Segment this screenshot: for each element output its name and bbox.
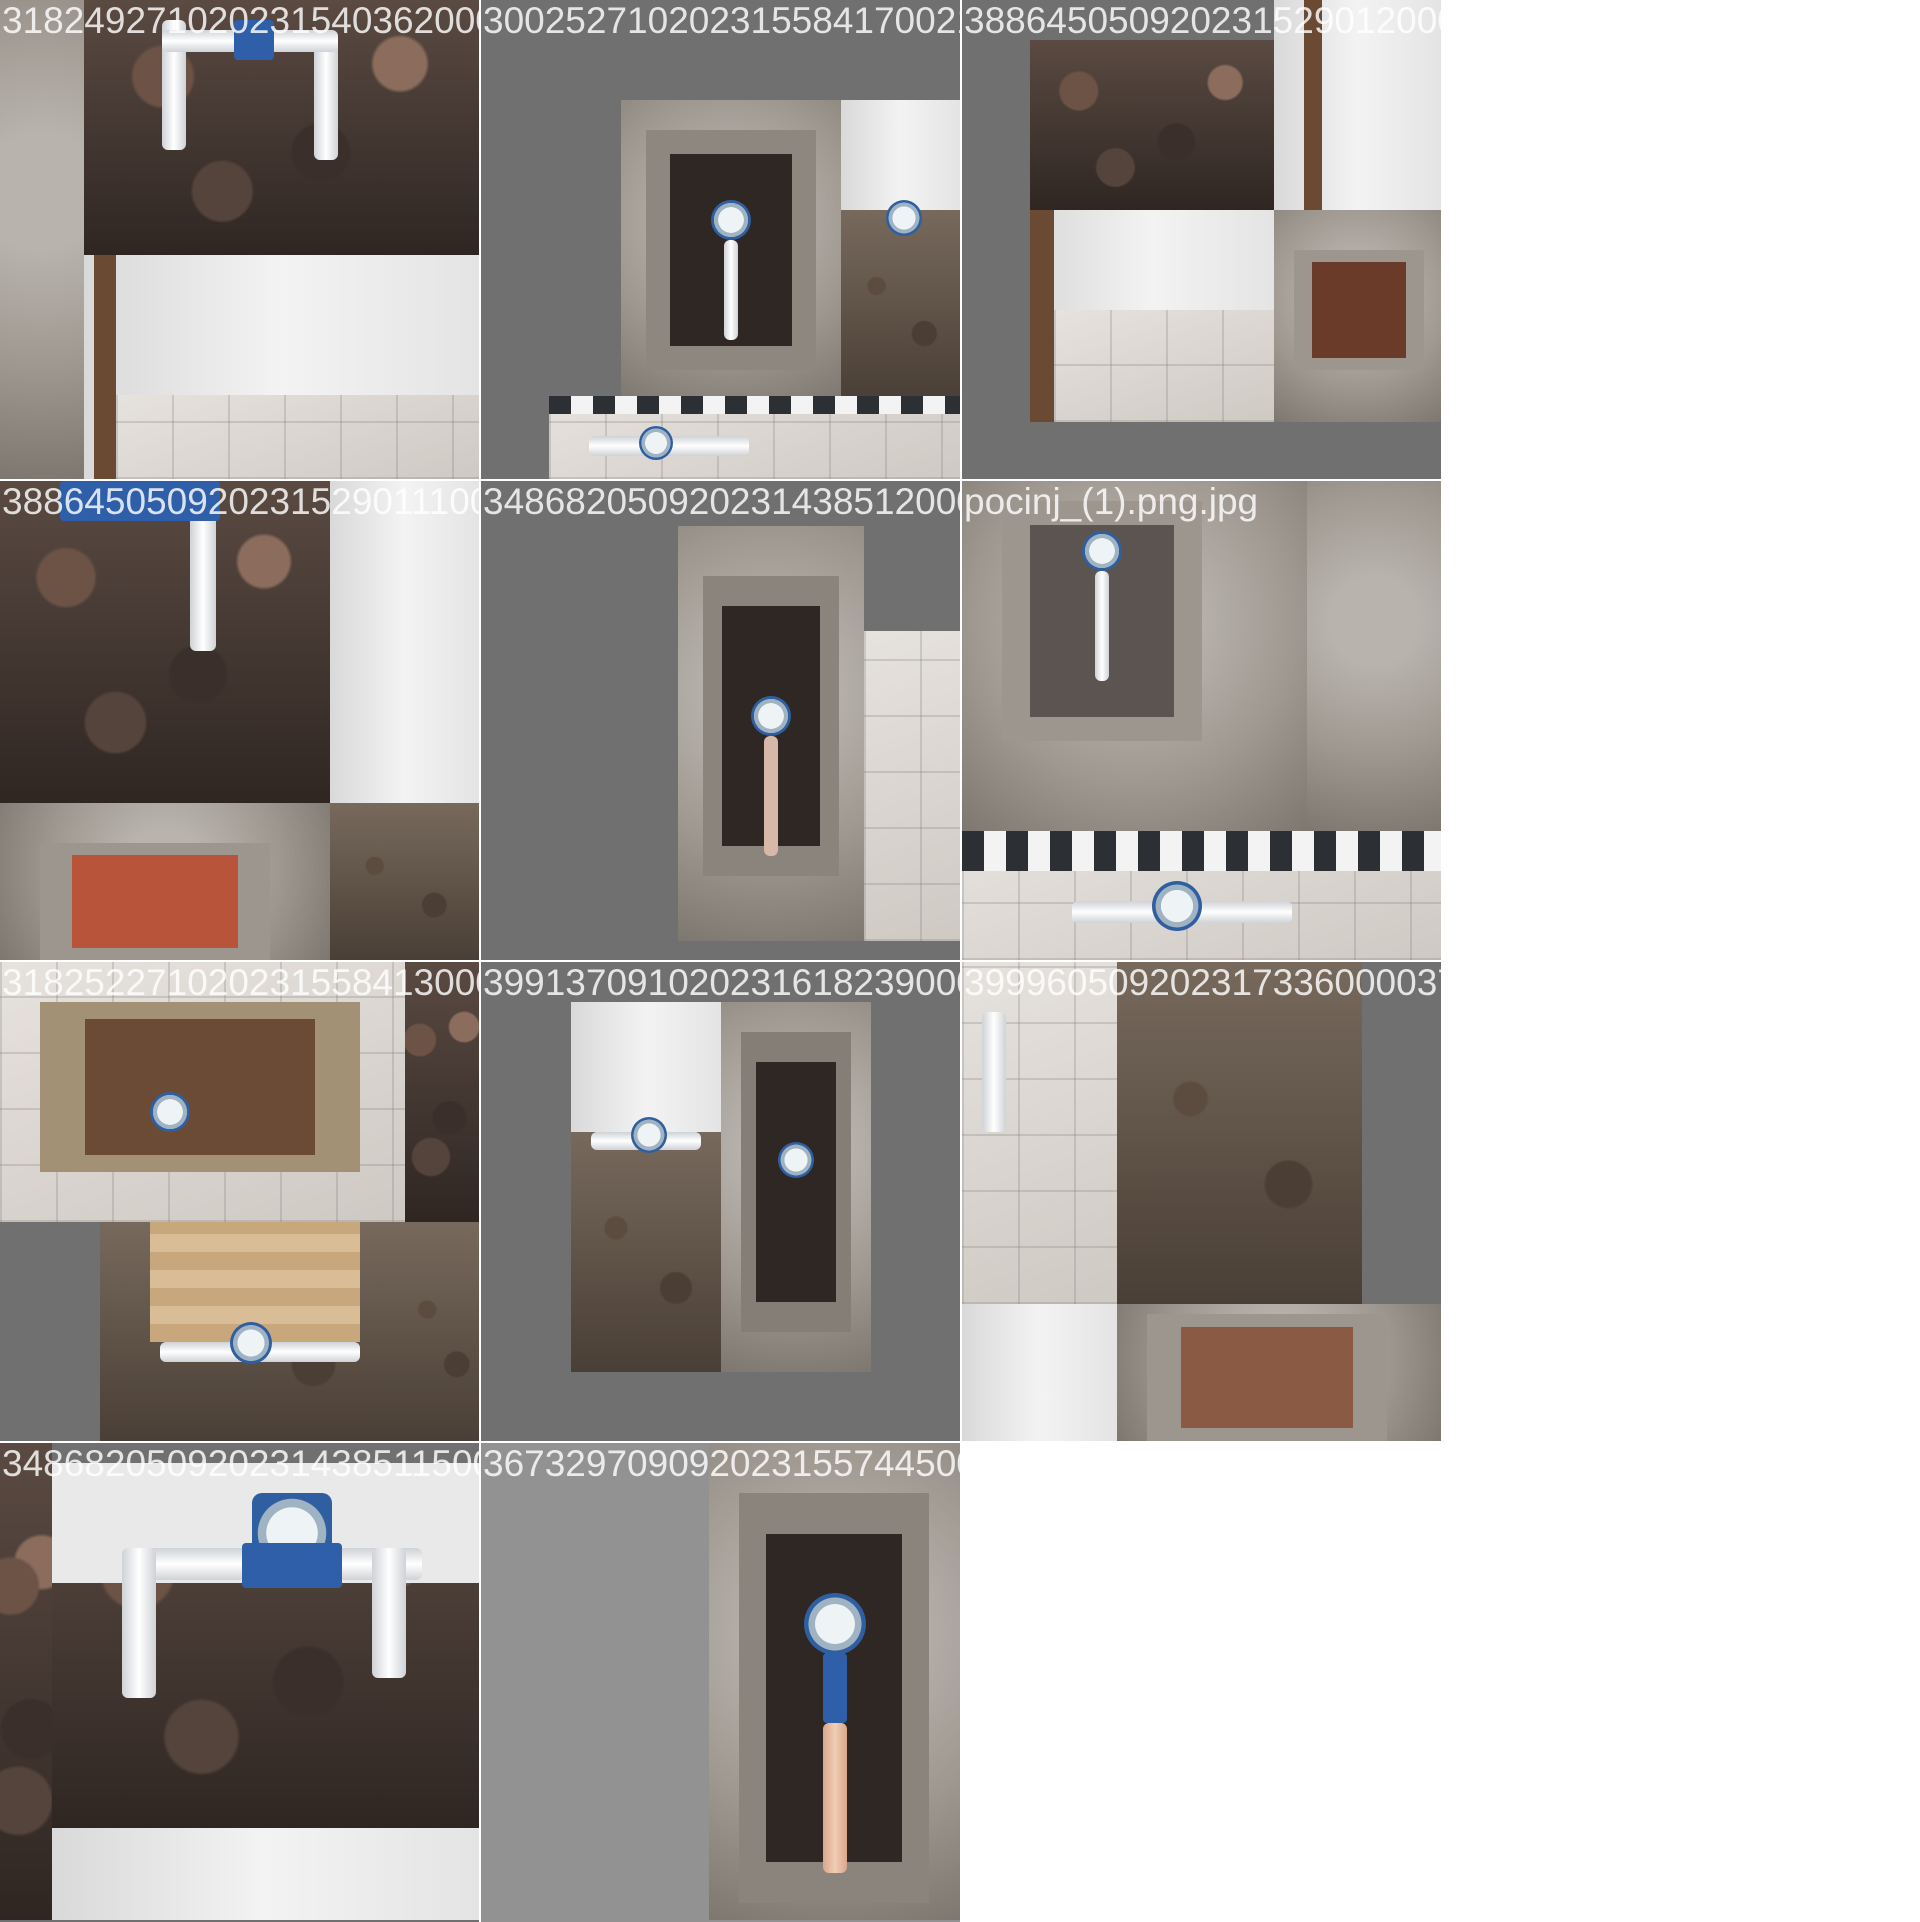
grid-tile: 3886450509202315290111003089_.png.jpg <box>0 481 479 960</box>
photo <box>0 803 330 960</box>
grid-tile: 318249271020231540362000199_.png.jpg <box>0 0 479 479</box>
photo <box>1307 481 1441 831</box>
photo <box>571 1002 721 1372</box>
photo <box>1274 210 1441 422</box>
photo <box>1030 40 1274 210</box>
image-caption: 399960509202317336000037_.png.jpg <box>964 962 1441 1003</box>
image-caption: 3002527102023155841700218_.png.jpg <box>483 0 960 41</box>
photo <box>84 255 479 479</box>
photo <box>962 831 1441 960</box>
photo <box>1117 962 1362 1304</box>
grid-tile: 3486820509202314385115003673_.png.jpg <box>0 1443 479 1922</box>
photo <box>0 481 330 803</box>
grid-tile: 3886450509202315290120007055_.png.jpg <box>962 0 1441 479</box>
photo <box>330 803 479 960</box>
photo <box>721 1002 871 1372</box>
photo <box>841 100 960 400</box>
image-caption: 3991370910202316182390005499_.png.jpg <box>483 962 960 1003</box>
photo <box>864 631 960 941</box>
photo <box>405 1222 479 1441</box>
grid-tile: 399960509202317336000037_.png.jpg <box>962 962 1441 1441</box>
image-caption: 3673297090920231557445000279_.png.jpg <box>483 1443 960 1484</box>
photo <box>0 1443 52 1920</box>
image-caption: 3486820509202314385115003673_.png.jpg <box>2 1443 479 1484</box>
photo <box>1030 210 1274 422</box>
grid-tile: 3002527102023155841700218_.png.jpg <box>481 0 960 479</box>
grid-tile: 318252271020231558413000915_.png.jpg <box>0 962 479 1441</box>
photo <box>962 962 1117 1304</box>
image-caption: 3886450509202315290120007055_.png.jpg <box>964 0 1441 41</box>
grid-tile: 3486820509202314385120006660_.png.jpg <box>481 481 960 960</box>
image-caption: 318252271020231558413000915_.png.jpg <box>2 962 479 1003</box>
photo <box>0 0 84 479</box>
photo <box>709 1443 960 1920</box>
photo <box>549 396 960 479</box>
photo <box>52 1463 479 1828</box>
image-caption: 3486820509202314385120006660_.png.jpg <box>483 481 960 522</box>
photo <box>52 1828 479 1920</box>
image-caption: 3886450509202315290111003089_.png.jpg <box>2 481 479 522</box>
photo <box>621 100 841 400</box>
image-grid: 318249271020231540362000199_.png.jpg 300… <box>0 0 1441 1922</box>
grid-tile: pocinj_(1).png.jpg <box>962 481 1441 960</box>
image-caption: pocinj_(1).png.jpg <box>964 481 1259 522</box>
photo <box>962 481 1307 831</box>
photo <box>1117 1304 1441 1441</box>
photo <box>330 481 479 803</box>
grid-tile: 3673297090920231557445000279_.png.jpg <box>481 1443 960 1922</box>
image-caption: 318249271020231540362000199_.png.jpg <box>2 0 479 41</box>
grid-tile: 3991370910202316182390005499_.png.jpg <box>481 962 960 1441</box>
photo <box>678 526 864 941</box>
photo <box>100 1222 405 1441</box>
photo <box>962 1304 1117 1441</box>
